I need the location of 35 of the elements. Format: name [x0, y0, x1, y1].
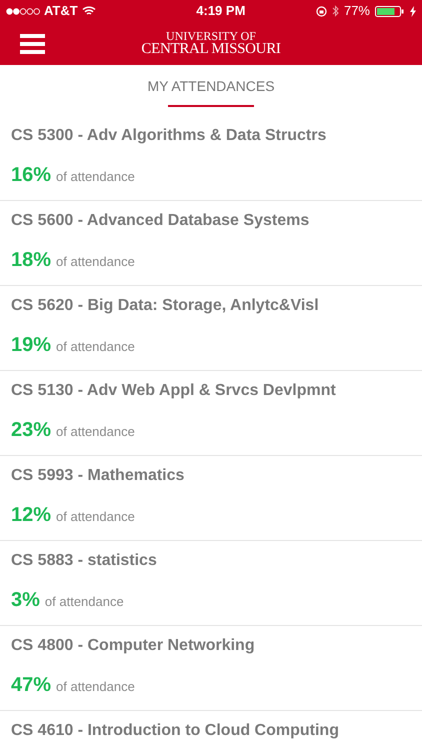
attendance-caption: of attendance [56, 253, 135, 271]
page-title: MY ATTENDANCES [147, 77, 275, 96]
attendance-caption: of attendance [56, 678, 135, 696]
rotation-lock-icon [316, 6, 327, 16]
attendance-percent: 18% [11, 248, 52, 273]
attendance-caption: of attendance [56, 338, 135, 356]
carrier-label: AT&T [44, 2, 78, 20]
course-title[interactable]: CS 5883 - statistics [11, 552, 157, 569]
attendance-caption: of attendance [44, 593, 124, 611]
course-title[interactable]: CS 5130 - Adv Web Appl & Srvcs Devlpmnt [11, 382, 336, 399]
course-title[interactable]: CS 5300 - Adv Algorithms & Data Structrs [11, 127, 326, 144]
attendance-caption: of attendance [56, 508, 135, 526]
logo-line: CENTRAL MISSOURI [141, 42, 281, 57]
signal-icon [6, 8, 40, 14]
battery-icon [375, 6, 405, 16]
course-title[interactable]: CS 5600 - Advanced Database Systems [11, 212, 310, 229]
course-title[interactable]: CS 4610 - Introduction to Cloud Computing [11, 722, 339, 739]
charging-icon [410, 6, 416, 16]
course-title[interactable]: CS 5993 - Mathematics [11, 467, 184, 484]
attendance-percent: 23% [11, 418, 52, 443]
battery-label: 77% [344, 2, 370, 20]
attendance-caption: of attendance [56, 423, 135, 441]
course-title[interactable]: CS 4800 - Computer Networking [11, 637, 255, 654]
attendance-percent: 12% [11, 503, 52, 528]
course-title[interactable]: CS 5620 - Big Data: Storage, Anlytc&Visl [11, 297, 319, 314]
wifi-icon [82, 6, 96, 16]
attendance-percent: 3% [11, 588, 40, 613]
logo-line: UNIVERSITY OF [166, 30, 256, 42]
attendance-percent: 16% [11, 163, 52, 188]
attendance-percent: 19% [11, 333, 52, 358]
clock-label: 4:19 PM [196, 2, 246, 20]
menu-icon[interactable] [20, 34, 45, 54]
attendance-caption: of attendance [56, 168, 135, 186]
bluetooth-icon [332, 5, 339, 17]
attendance-percent: 47% [11, 673, 52, 698]
